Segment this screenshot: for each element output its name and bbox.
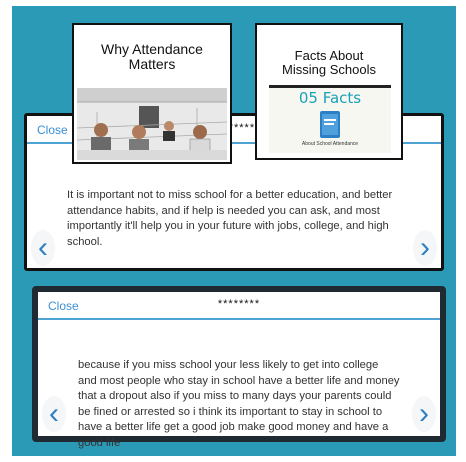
thumbnail-title-line2: Missing Schools bbox=[282, 62, 376, 77]
book-icon bbox=[320, 111, 340, 138]
next-arrow-icon[interactable]: › bbox=[412, 396, 436, 432]
classroom-video-icon bbox=[77, 88, 227, 160]
video-thumbnail-facts-missing-school[interactable]: Facts About Missing Schools 05 Facts Abo… bbox=[255, 23, 403, 160]
thumbnail-title: Facts About Missing Schools bbox=[257, 25, 401, 77]
stage-background: Close ******** It is important not to mi… bbox=[12, 6, 456, 456]
facts-image-label: 05 Facts bbox=[298, 89, 362, 107]
next-arrow-icon[interactable]: › bbox=[413, 230, 437, 266]
card-header: Close ******** bbox=[38, 292, 440, 320]
video-thumbnail-why-attendance[interactable]: Why Attendance Matters bbox=[72, 23, 232, 164]
thumbnail-title: Why Attendance Matters bbox=[74, 25, 230, 72]
card-body-text: because if you miss school your less lik… bbox=[78, 359, 400, 449]
page: Close ******** It is important not to mi… bbox=[0, 0, 466, 462]
card-title: ******** bbox=[217, 298, 261, 310]
card-body-text: It is important not to miss school for a… bbox=[67, 189, 393, 248]
facts-image-sub: About School Attendance bbox=[301, 141, 359, 147]
thumbnail-title-line2: Matters bbox=[128, 56, 176, 72]
response-card-2: Close ******** because if you miss schoo… bbox=[32, 286, 446, 449]
prev-arrow-icon[interactable]: ‹ bbox=[42, 396, 66, 432]
thumbnail-title-line1: Why Attendance bbox=[101, 41, 203, 57]
prev-arrow-icon[interactable]: ‹ bbox=[31, 230, 55, 266]
thumbnail-title-line1: Facts About bbox=[294, 48, 364, 63]
facts-image: 05 Facts About School Attendance bbox=[269, 85, 391, 153]
